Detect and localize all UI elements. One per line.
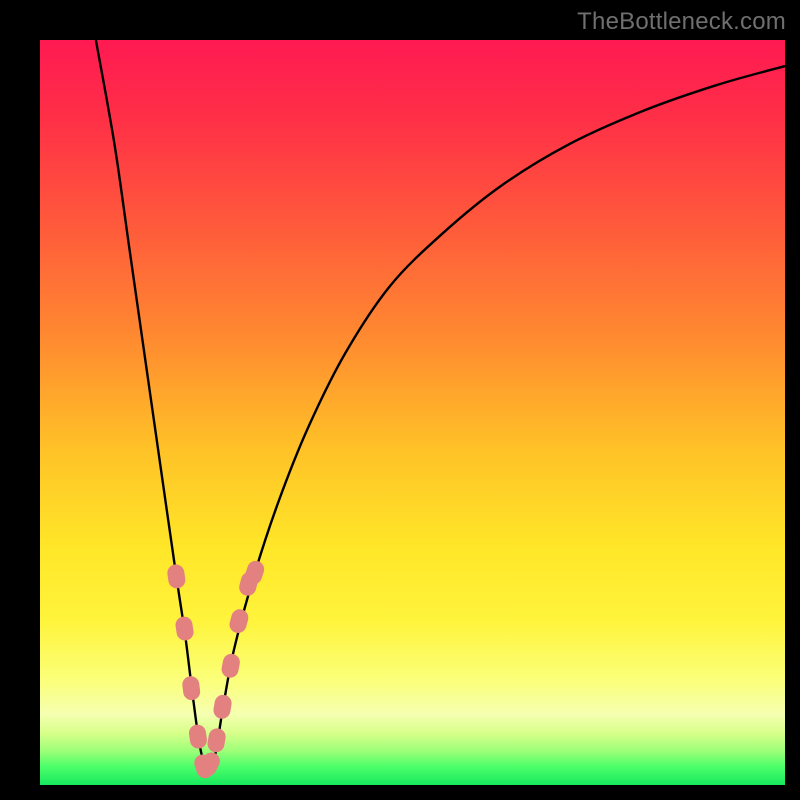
bottleneck-chart: [40, 40, 785, 785]
chart-frame: TheBottleneck.com: [0, 0, 800, 800]
watermark-label: TheBottleneck.com: [577, 8, 786, 36]
plot-area: [40, 40, 785, 785]
